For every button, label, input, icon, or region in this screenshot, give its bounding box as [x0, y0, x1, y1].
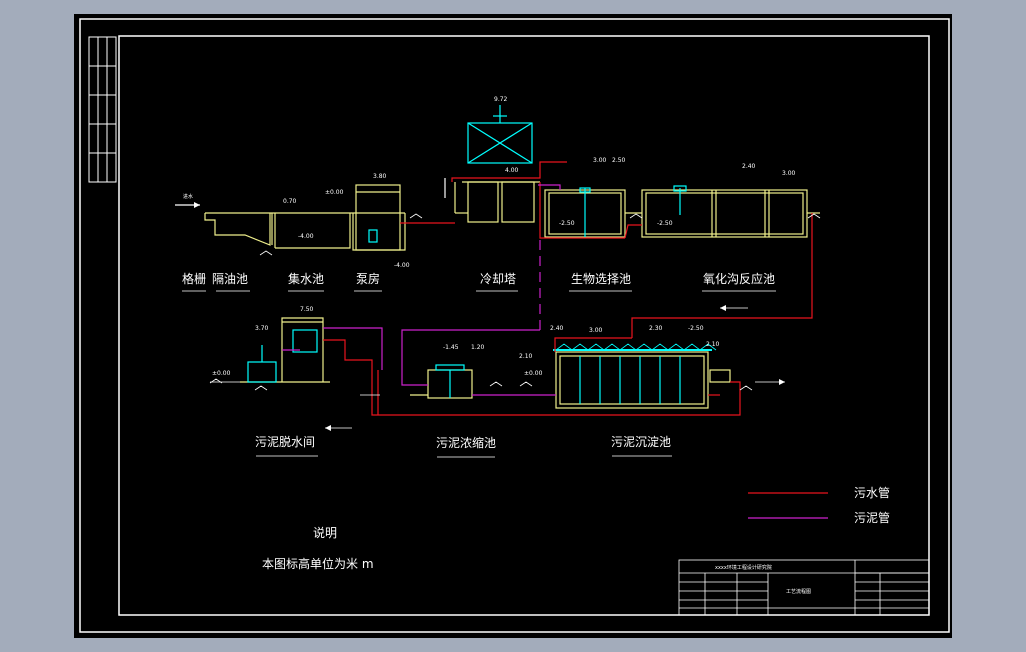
elev-sed-e: 2.10 [706, 341, 720, 348]
elev-pump-low: -4.00 [394, 262, 410, 269]
elev-oxid-a: 2.40 [742, 163, 756, 170]
elev-separator: 0.70 [283, 198, 297, 205]
notes-heading: 说明 [313, 525, 337, 540]
svg-text:进水: 进水 [183, 193, 193, 200]
elev-thick-b: 1.20 [471, 344, 485, 351]
elev-thick-zero: ±0.00 [524, 370, 543, 377]
legend-sludge-label: 污泥管 [854, 510, 890, 525]
label-screen: 格栅 [182, 271, 206, 286]
drawing-sheet [74, 14, 952, 638]
elev-selector-b: 2.50 [612, 157, 626, 164]
label-bio-selector: 生物选择池 [571, 272, 631, 286]
drawing-canvas: 进水 9.72 3.80 0.70 ±0.00 -4.00 -4.00 4.00… [74, 14, 952, 638]
elev-selector-low: -2.50 [559, 220, 575, 227]
label-sludge-dewatering: 污泥脱水间 [255, 434, 315, 449]
elev-tower-water: 4.00 [505, 167, 519, 174]
label-oxidation-ditch: 氧化沟反应池 [703, 271, 775, 286]
elev-cooling-tower: 9.72 [494, 96, 508, 103]
label-pump-room: 泵房 [356, 271, 380, 286]
elev-sed-a: 2.40 [550, 325, 564, 332]
elev-thick-a: -1.45 [443, 344, 459, 351]
elev-sed-d: -2.50 [688, 325, 704, 332]
legend-sewage-label: 污水管 [854, 485, 890, 500]
elev-dewater-zero: ±0.00 [212, 370, 231, 377]
elev-oxid-b: 3.00 [782, 170, 796, 177]
elev-pump-room: 3.80 [373, 173, 387, 180]
label-collection-tank: 集水池 [288, 271, 324, 286]
elev-thick-c: 2.10 [519, 353, 533, 360]
elev-collect-low: -4.00 [298, 233, 314, 240]
label-cooling-tower: 冷却塔 [480, 272, 516, 286]
elev-selector-a: 3.00 [593, 157, 607, 164]
label-sedimentation: 污泥沉淀池 [611, 435, 671, 449]
elev-sed-b: 3.00 [589, 327, 603, 334]
label-sludge-thickener: 污泥浓缩池 [436, 435, 496, 450]
elev-sed-c: 2.30 [649, 325, 663, 332]
elev-collect-zero: ±0.00 [325, 189, 344, 196]
elev-dewater-top: 7.50 [300, 306, 314, 313]
title-block-drawing: 工艺流程图 [786, 588, 811, 595]
elev-dewater-mid: 3.70 [255, 325, 269, 332]
title-block-header: xxxx环境工程设计研究院 [715, 564, 772, 571]
label-oil-separator: 隔油池 [212, 272, 248, 286]
elev-selector-low2: -2.50 [657, 220, 673, 227]
notes-units: 本图标高单位为米 m [262, 556, 374, 571]
